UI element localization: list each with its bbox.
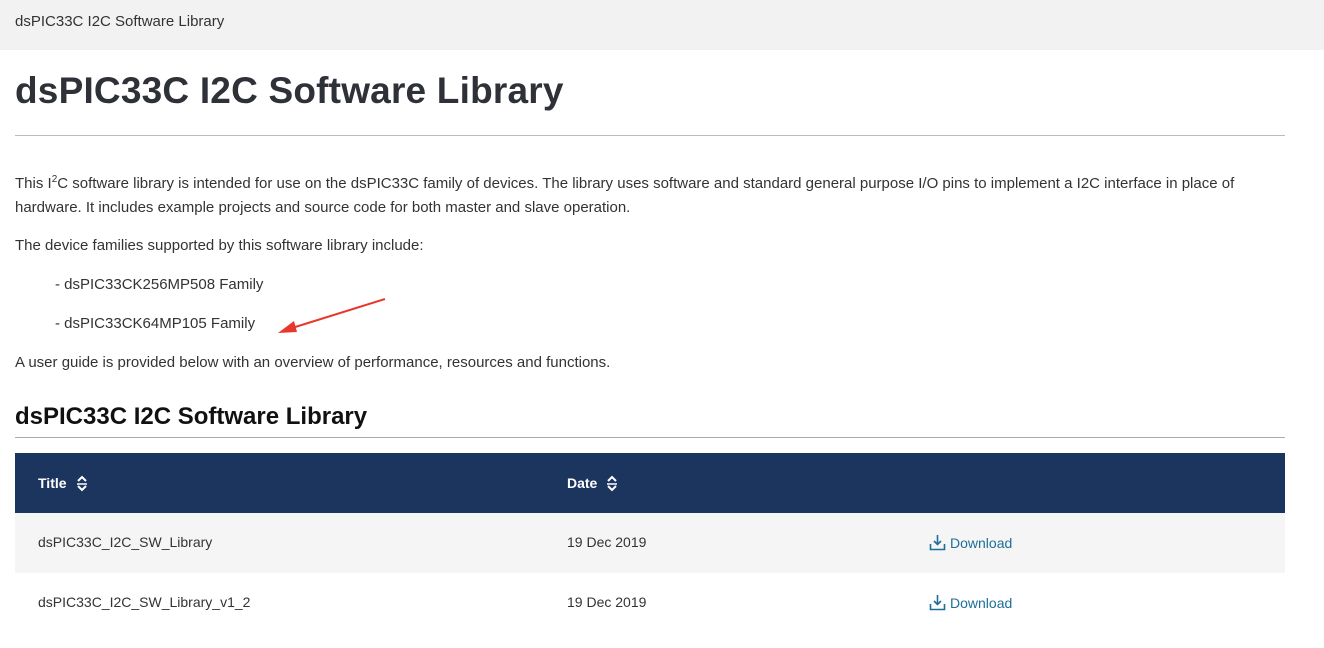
table-row: dsPIC33C_I2C_SW_Library 19 Dec 2019 Down… [15, 513, 1285, 573]
row-date: 19 Dec 2019 [567, 594, 647, 610]
family-item: - dsPIC33CK256MP508 Family [55, 276, 264, 293]
intro-paragraph: This I2C software library is intended fo… [15, 172, 1285, 220]
families-lead: The device families supported by this so… [15, 237, 424, 254]
download-label: Download [950, 534, 1013, 551]
page-title: dsPIC33C I2C Software Library [15, 70, 564, 111]
download-icon [929, 535, 946, 551]
download-label: Download [950, 594, 1013, 611]
title-divider [15, 135, 1285, 136]
breadcrumb-current: dsPIC33C I2C Software Library [15, 13, 225, 30]
table-header: Title Date [15, 453, 1285, 513]
download-link[interactable]: Download [929, 534, 1012, 551]
column-header-date-label: Date [567, 475, 598, 491]
sort-icon[interactable] [606, 474, 618, 492]
intro-text-post: C software library is intended for use o… [15, 175, 1235, 216]
row-title: dsPIC33C_I2C_SW_Library_v1_2 [38, 594, 251, 610]
sort-icon[interactable] [76, 474, 88, 492]
row-date: 19 Dec 2019 [567, 534, 647, 550]
family-item: - dsPIC33CK64MP105 Family [55, 315, 256, 332]
intro-text-pre: This I [15, 175, 52, 192]
column-header-date[interactable]: Date [567, 473, 618, 493]
red-arrow-annotation-icon [278, 298, 386, 333]
row-title: dsPIC33C_I2C_SW_Library [38, 534, 213, 550]
section-title: dsPIC33C I2C Software Library [15, 403, 368, 430]
column-header-title[interactable]: Title [38, 473, 88, 493]
section-divider [15, 437, 1285, 438]
breadcrumb: dsPIC33C I2C Software Library [0, 0, 1324, 50]
user-guide-text: A user guide is provided below with an o… [15, 354, 611, 371]
download-link[interactable]: Download [929, 594, 1012, 611]
table-row: dsPIC33C_I2C_SW_Library_v1_2 19 Dec 2019… [15, 573, 1285, 633]
column-header-title-label: Title [38, 475, 67, 491]
download-icon [929, 595, 946, 611]
